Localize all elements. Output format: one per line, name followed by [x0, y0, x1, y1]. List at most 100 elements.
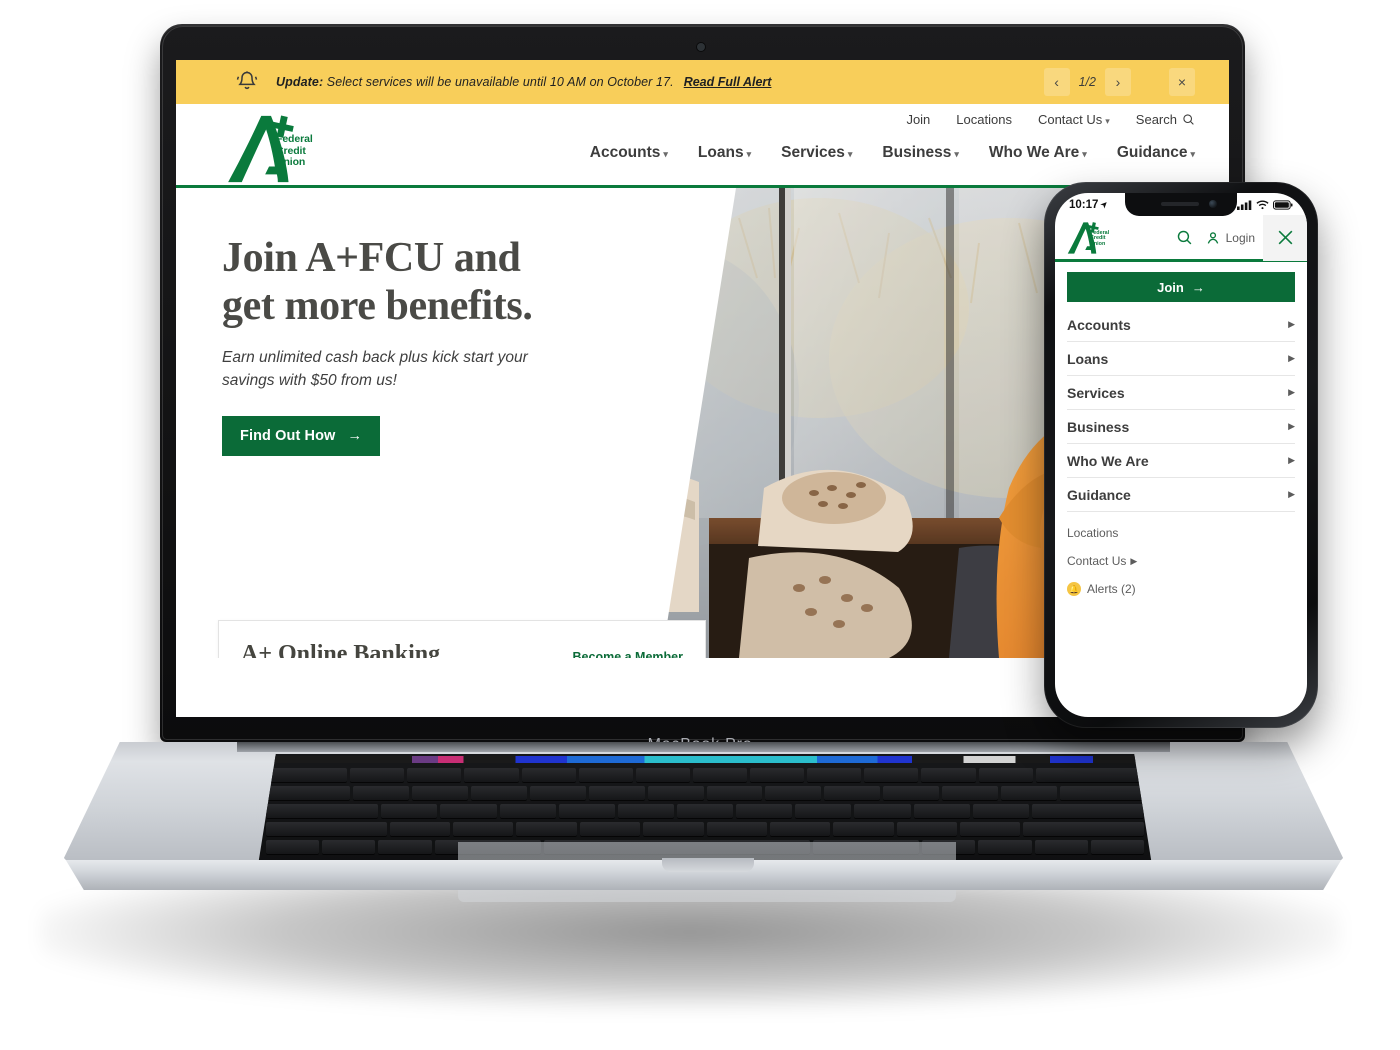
utility-nav-locations-label: Locations	[956, 112, 1012, 127]
bell-icon	[234, 69, 260, 95]
phone-header: Federal Credit Union Login	[1055, 214, 1307, 262]
phone-nav-business-label: Business	[1067, 418, 1130, 435]
laptop-hinge	[237, 742, 1170, 752]
online-banking-login-card: A+ Online Banking Become a Member Login …	[218, 620, 706, 658]
nav-item-accounts[interactable]: Accounts ▾	[590, 144, 668, 162]
alert-controls: ‹ 1/2 › ×	[1043, 68, 1215, 96]
phone-link-locations[interactable]: Locations	[1067, 526, 1295, 540]
arrow-right-icon: →	[347, 428, 363, 444]
chevron-right-icon: ▶	[1288, 421, 1295, 431]
phone-search-icon[interactable]	[1165, 215, 1205, 261]
chevron-down-icon: ▾	[1190, 149, 1195, 159]
phone-locations-label: Locations	[1067, 526, 1119, 540]
chevron-down-icon: ▾	[1105, 116, 1110, 126]
become-a-member-link[interactable]: Become a Member	[573, 650, 683, 658]
phone-logo-subtitle: Federal Credit Union	[1090, 230, 1109, 248]
hero-content: Join A+FCU and get more benefits. Earn u…	[222, 234, 692, 456]
chevron-down-icon: ▾	[847, 149, 853, 159]
alert-close-button[interactable]: ×	[1169, 68, 1195, 96]
nav-item-services[interactable]: Services ▾	[781, 144, 852, 162]
phone-nav-services-label: Services	[1067, 384, 1125, 401]
nav-item-who-we-are[interactable]: Who We Are ▾	[989, 144, 1087, 162]
utility-nav: Join Locations Contact Us ▾ Search	[906, 112, 1195, 127]
utility-nav-contact-label: Contact Us	[1037, 112, 1103, 127]
alert-message: Update: Select services will be unavaila…	[276, 75, 674, 89]
utility-nav-join-label: Join	[906, 112, 931, 127]
site-alert-bar: Update: Select services will be unavaila…	[176, 60, 1229, 104]
phone-a-plus-logo[interactable]: Federal Credit Union	[1065, 220, 1111, 256]
phone-header-actions: Login	[1165, 214, 1307, 261]
phone-nav-item-loans[interactable]: Loans ▶	[1067, 342, 1295, 376]
nav-item-loans[interactable]: Loans ▾	[698, 144, 751, 162]
logo-line-3: Union	[276, 156, 306, 169]
find-out-how-label: Find Out How	[240, 428, 336, 444]
chevron-right-icon: ▶	[1288, 455, 1295, 465]
utility-nav-search-label: Search	[1135, 112, 1177, 127]
chevron-down-icon: ▾	[1082, 149, 1087, 159]
phone-front-camera-icon	[1209, 200, 1217, 208]
iphone-device: 10:17 ➤ Federal Credit Union Login Join …	[1044, 182, 1318, 728]
phone-login-button[interactable]: Login	[1205, 230, 1263, 246]
phone-screen: 10:17 ➤ Federal Credit Union Login Join …	[1055, 193, 1307, 717]
hero-title-line-2: get more benefits.	[222, 283, 533, 329]
nav-business-label: Business	[882, 144, 952, 161]
nav-guidance-label: Guidance	[1116, 144, 1188, 161]
chevron-right-icon: ▶	[1130, 555, 1138, 566]
phone-join-label: Join	[1157, 279, 1184, 295]
chevron-right-icon: ▶	[1288, 387, 1295, 397]
phone-nav-who-we-are-label: Who We Are	[1067, 452, 1149, 469]
hero-title: Join A+FCU and get more benefits.	[222, 234, 692, 330]
status-icons	[1237, 199, 1293, 210]
phone-join-button[interactable]: Join →	[1067, 272, 1295, 302]
status-time-group: 10:17 ➤	[1069, 198, 1111, 211]
logo-line-1: Federal	[276, 133, 313, 145]
nav-item-guidance[interactable]: Guidance ▾	[1117, 144, 1195, 162]
nav-accounts-label: Accounts	[589, 144, 661, 161]
login-card-header: A+ Online Banking Become a Member	[241, 641, 683, 658]
chevron-right-icon: ▶	[1288, 353, 1295, 363]
location-arrow-icon: ➤	[1099, 198, 1111, 211]
alert-next-button[interactable]: ›	[1105, 68, 1131, 96]
phone-login-label: Login	[1225, 230, 1255, 245]
laptop-front-notch	[662, 858, 754, 872]
phone-link-contact-us[interactable]: Contact Us ▶	[1067, 554, 1295, 568]
phone-alerts-label: Alerts (2)	[1087, 582, 1136, 596]
screenshot-stage: MacBook Pro Update: Select services will…	[0, 0, 1400, 1050]
phone-nav-item-who-we-are[interactable]: Who We Are ▶	[1067, 444, 1295, 478]
laptop-base	[62, 742, 1345, 902]
utility-nav-locations[interactable]: Locations	[956, 112, 1012, 127]
phone-contact-us-label: Contact Us	[1067, 554, 1127, 568]
alert-prev-button[interactable]: ‹	[1043, 68, 1070, 96]
alert-page-indicator: 1/2	[1078, 75, 1096, 89]
utility-nav-join[interactable]: Join	[906, 112, 930, 127]
utility-nav-search[interactable]: Search	[1136, 112, 1195, 127]
find-out-how-button[interactable]: Find Out How →	[222, 416, 381, 456]
a-plus-logo[interactable]: Federal Credit Union	[222, 112, 320, 186]
utility-nav-contact-us[interactable]: Contact Us ▾	[1038, 112, 1110, 127]
chevron-down-icon: ▾	[746, 149, 752, 159]
phone-menu-close-button[interactable]	[1263, 214, 1307, 261]
phone-alerts-link[interactable]: 🔔 Alerts (2)	[1067, 582, 1295, 596]
touch-bar[interactable]	[273, 756, 1137, 763]
phone-notch	[1125, 193, 1237, 216]
nav-services-label: Services	[781, 144, 845, 161]
chevron-right-icon: ▶	[1288, 489, 1295, 499]
nav-loans-label: Loans	[697, 144, 744, 161]
phone-nav-item-accounts[interactable]: Accounts ▶	[1067, 308, 1295, 342]
read-full-alert-link[interactable]: Read Full Alert	[684, 75, 772, 89]
phone-menu-panel: Join → Accounts ▶ Loans ▶ Services ▶ Bus…	[1055, 262, 1307, 596]
bell-icon: 🔔	[1067, 582, 1081, 596]
phone-nav-item-services[interactable]: Services ▶	[1067, 376, 1295, 410]
phone-secondary-links: Locations Contact Us ▶ 🔔 Alerts (2)	[1067, 526, 1295, 596]
main-nav: Accounts ▾ Loans ▾ Services ▾ Business ▾ Who…	[590, 144, 1195, 162]
search-icon	[1182, 113, 1195, 126]
phone-nav-item-business[interactable]: Business ▶	[1067, 410, 1295, 444]
signal-icon	[1237, 200, 1252, 210]
phone-nav-accounts-label: Accounts	[1067, 316, 1131, 333]
nav-who-we-are-label: Who We Are	[988, 144, 1080, 161]
nav-item-business[interactable]: Business ▾	[882, 144, 958, 162]
hero-title-line-1: Join A+FCU and	[222, 235, 521, 281]
hero-subtitle: Earn unlimited cash back plus kick start…	[222, 349, 528, 389]
chevron-right-icon: ▶	[1288, 319, 1295, 329]
phone-nav-item-guidance[interactable]: Guidance ▶	[1067, 478, 1295, 512]
